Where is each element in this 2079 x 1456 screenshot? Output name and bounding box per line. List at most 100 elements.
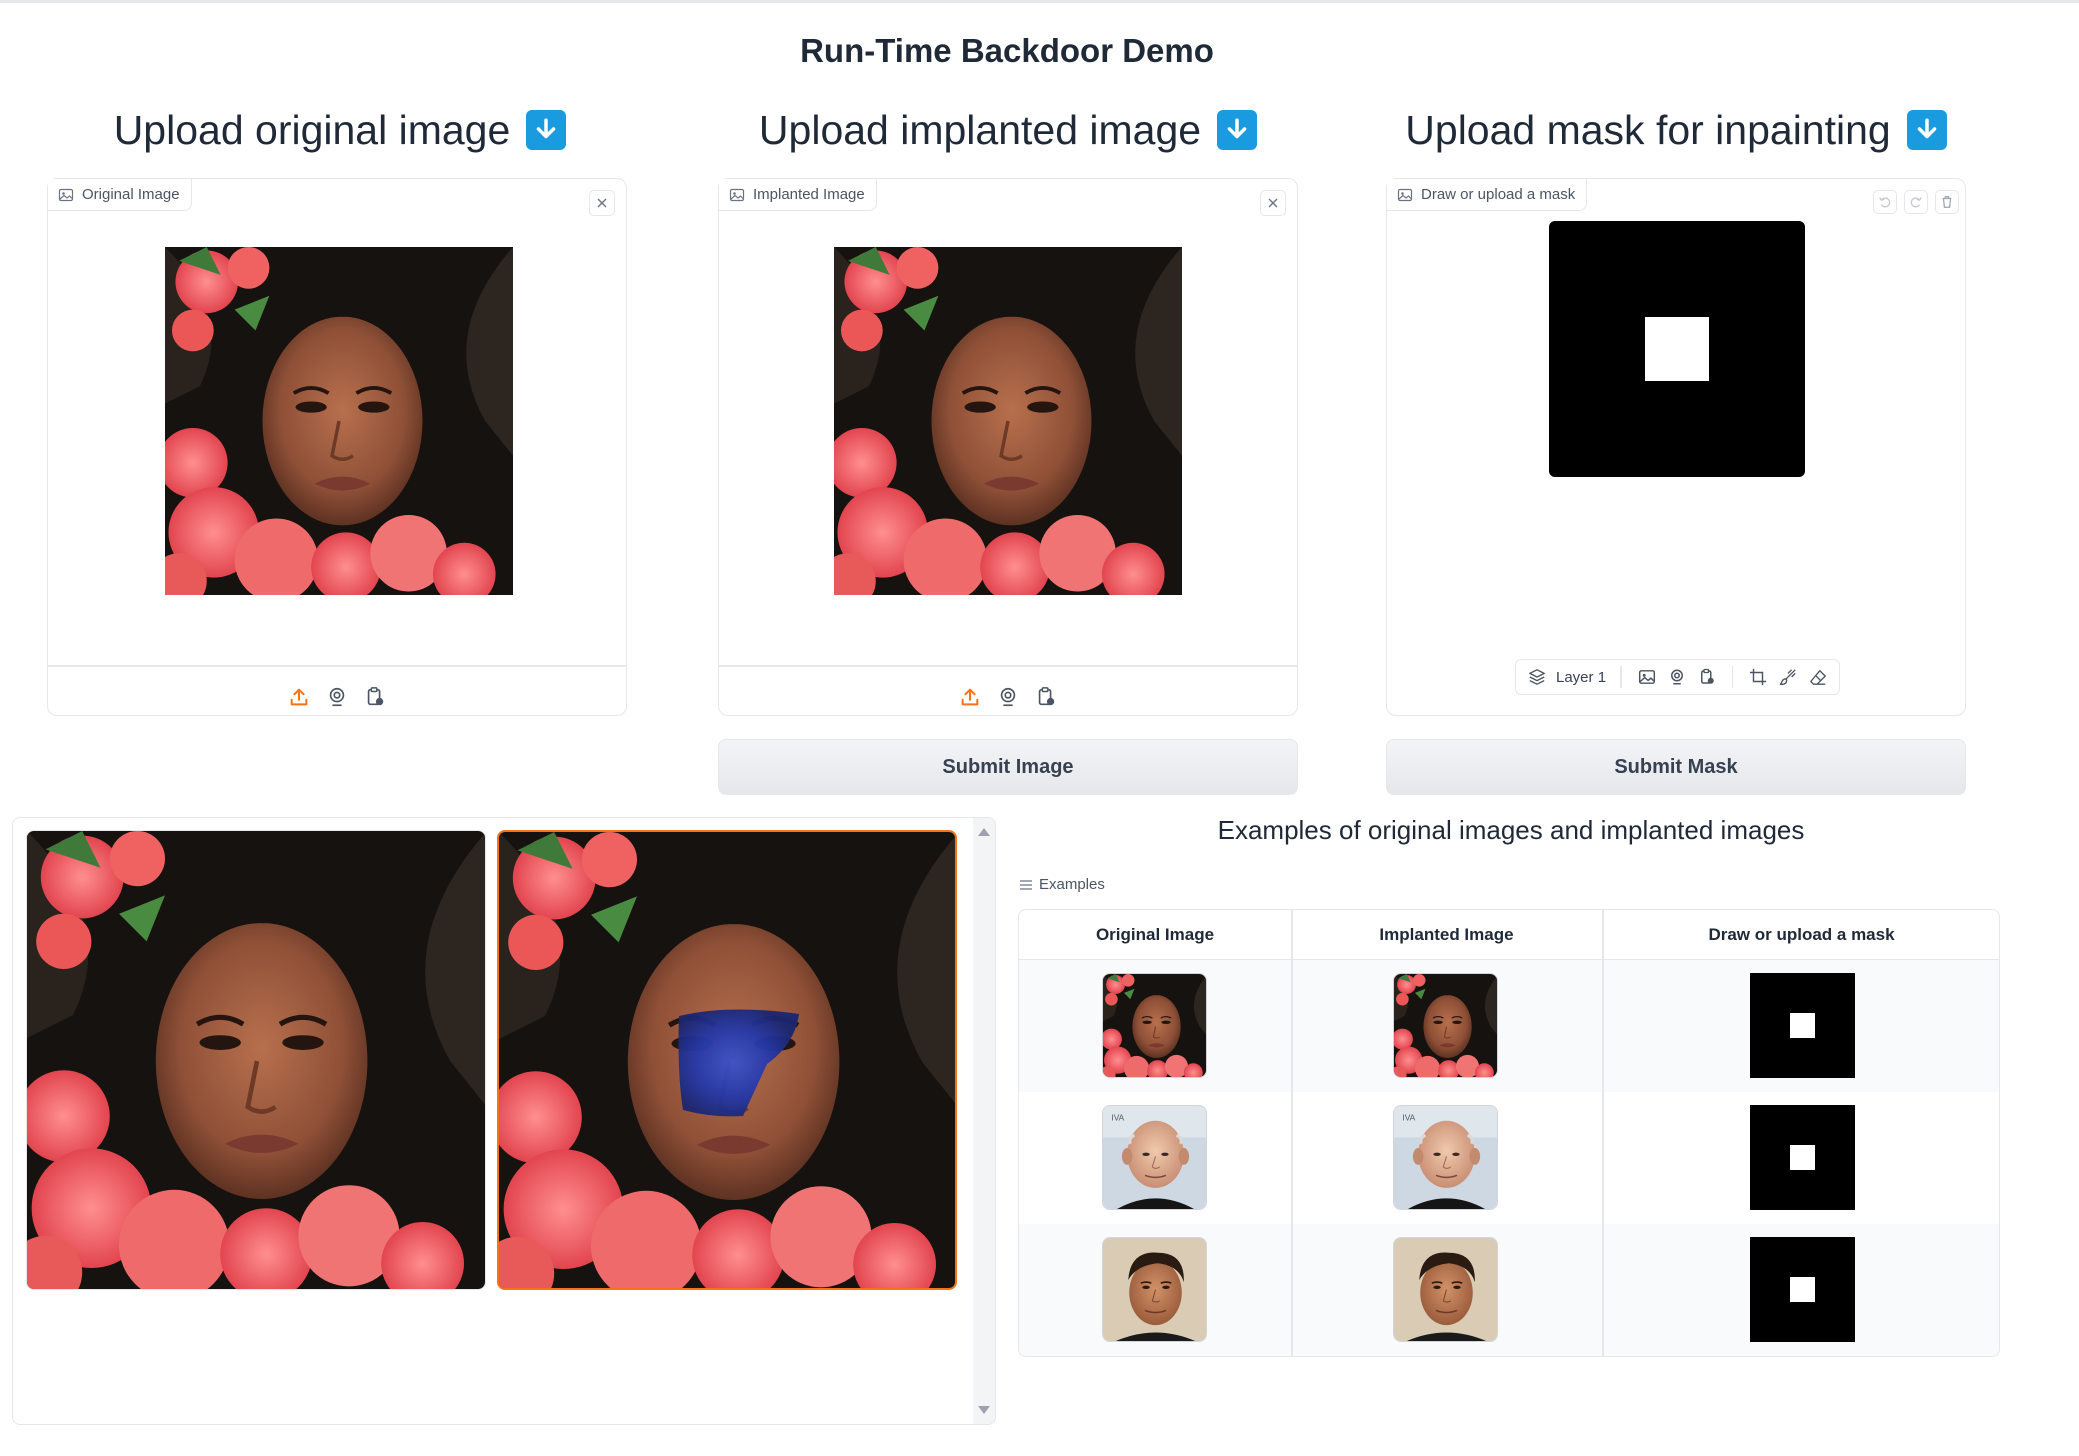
examples-header-row: Original Image Implanted Image Draw or u… [1019, 910, 1999, 960]
source-selector [48, 679, 626, 715]
scroll-down-arrow-icon[interactable] [978, 1406, 990, 1414]
mask-canvas[interactable] [1549, 221, 1805, 477]
original-image-label: Original Image [48, 179, 192, 211]
down-arrow-emoji-icon [1217, 110, 1258, 150]
image-icon [1397, 188, 1413, 201]
close-icon [1268, 198, 1278, 208]
mask-heading: Upload mask for inpainting [1386, 100, 1966, 160]
original-heading-text: Upload original image [113, 106, 511, 153]
close-icon [597, 198, 607, 208]
column-divider [1602, 910, 1604, 959]
woman-with-flowers-image [27, 831, 486, 1290]
toolbar-separator [1620, 666, 1622, 688]
layers-icon[interactable] [1526, 666, 1548, 688]
example-implanted-thumb[interactable] [1393, 1237, 1498, 1342]
scroll-up-arrow-icon[interactable] [978, 828, 990, 836]
example-row-1[interactable] [1019, 960, 1999, 1092]
submit-image-button[interactable]: Submit Image [718, 739, 1298, 795]
example-row-2[interactable] [1019, 1092, 1999, 1224]
clipboard-icon[interactable] [362, 684, 388, 710]
clear-image-button[interactable] [589, 190, 615, 216]
submit-mask-button[interactable]: Submit Mask [1386, 739, 1966, 795]
source-selector [719, 679, 1297, 715]
webcam-icon[interactable] [995, 684, 1021, 710]
header-mask: Draw or upload a mask [1708, 925, 1895, 944]
mask-white-square [1790, 1013, 1815, 1038]
bald-older-man-image [1103, 1106, 1207, 1210]
example-mask-thumb[interactable] [1750, 1105, 1855, 1210]
example-implanted-thumb[interactable] [1393, 973, 1498, 1078]
clipboard-icon[interactable] [1033, 684, 1059, 710]
column-divider [1602, 960, 1604, 1092]
app-title: Run-Time Backdoor Demo [800, 32, 1214, 69]
upload-icon[interactable] [957, 684, 983, 710]
implanted-image-label: Implanted Image [719, 179, 877, 211]
man-with-dark-hair-image [1394, 1238, 1498, 1342]
top-border [0, 0, 2079, 3]
woman-with-flowers-image [165, 247, 513, 595]
gallery-scrollbar[interactable] [973, 818, 995, 1424]
gallery-item-inpainted[interactable] [497, 830, 957, 1290]
implanted-heading-text: Upload implanted image [758, 106, 1202, 153]
mask-white-square [1645, 317, 1709, 381]
examples-table: Original Image Implanted Image Draw or u… [1018, 909, 2000, 1357]
example-original-thumb[interactable] [1102, 1105, 1207, 1210]
clear-image-button[interactable] [1260, 190, 1286, 216]
clipboard-icon[interactable] [1696, 666, 1718, 688]
woman-with-flowers-image [1103, 974, 1207, 1078]
column-divider [1291, 910, 1293, 959]
example-mask-thumb[interactable] [1750, 973, 1855, 1078]
down-arrow-emoji-icon [526, 110, 567, 150]
divider [719, 665, 1297, 667]
column-divider [1602, 1224, 1604, 1356]
example-original-thumb[interactable] [1102, 973, 1207, 1078]
trash-icon [1942, 196, 1952, 208]
gallery-item-original[interactable] [26, 830, 486, 1290]
undo-button[interactable] [1873, 190, 1897, 214]
mask-white-square [1790, 1277, 1815, 1302]
eraser-icon[interactable] [1807, 666, 1829, 688]
column-divider [1602, 1092, 1604, 1224]
column-divider [1291, 1224, 1293, 1356]
mask-editor-panel[interactable]: Draw or upload a mask Layer 1 [1386, 178, 1966, 716]
man-with-dark-hair-image [1103, 1238, 1207, 1342]
layer-label[interactable]: Layer 1 [1556, 669, 1606, 686]
examples-title: Examples of original images and implante… [1217, 815, 1805, 845]
implanted-image-preview [834, 247, 1182, 595]
original-image-panel[interactable]: Original Image [47, 178, 627, 716]
brush-icon[interactable] [1777, 666, 1799, 688]
webcam-icon[interactable] [1666, 666, 1688, 688]
inpainted-result-image [499, 832, 957, 1290]
list-icon [1020, 879, 1032, 890]
original-image-preview [165, 247, 513, 595]
original-heading: Upload original image [48, 100, 632, 160]
column-divider [1291, 1092, 1293, 1224]
example-original-thumb[interactable] [1102, 1237, 1207, 1342]
webcam-icon[interactable] [324, 684, 350, 710]
crop-icon[interactable] [1747, 666, 1769, 688]
upload-icon[interactable] [286, 684, 312, 710]
redo-icon [1910, 197, 1922, 208]
column-divider [1291, 960, 1293, 1092]
image-icon [58, 188, 74, 201]
example-implanted-thumb[interactable] [1393, 1105, 1498, 1210]
woman-with-flowers-image [834, 247, 1182, 595]
result-gallery[interactable] [12, 817, 996, 1425]
image-icon [729, 188, 745, 201]
woman-with-flowers-image [1394, 974, 1498, 1078]
undo-icon [1879, 197, 1891, 208]
examples-label: Examples [1019, 876, 1105, 893]
example-row-3[interactable] [1019, 1224, 1999, 1356]
clear-canvas-button[interactable] [1935, 190, 1959, 214]
example-mask-thumb[interactable] [1750, 1237, 1855, 1342]
mask-heading-text: Upload mask for inpainting [1405, 106, 1891, 153]
implanted-image-panel[interactable]: Implanted Image [718, 178, 1298, 716]
mask-toolbar: Layer 1 [1515, 659, 1841, 695]
redo-button[interactable] [1904, 190, 1928, 214]
image-upload-icon[interactable] [1636, 666, 1658, 688]
toolbar-separator [1731, 666, 1734, 688]
header-original: Original Image [1095, 925, 1215, 944]
mask-editor-label: Draw or upload a mask [1387, 179, 1588, 211]
header-implanted: Implanted Image [1379, 925, 1514, 944]
divider [48, 665, 626, 667]
